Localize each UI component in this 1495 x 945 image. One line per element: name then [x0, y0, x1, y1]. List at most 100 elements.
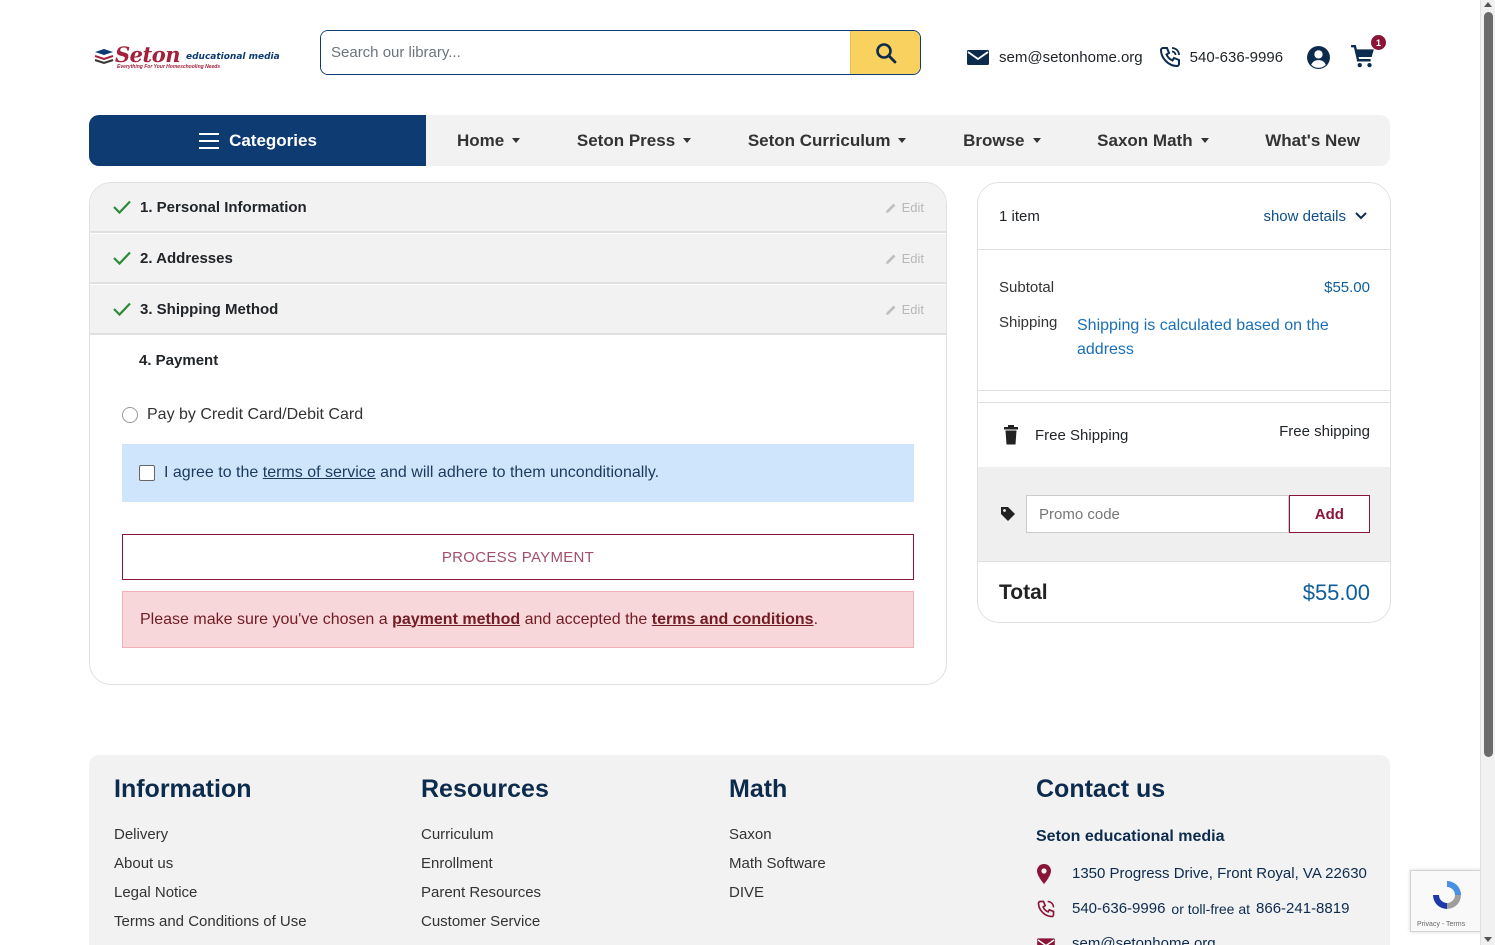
checkout-steps: 1. Personal Information Edit 2. Addresse…: [89, 182, 947, 685]
footer-link-terms[interactable]: Terms and Conditions of Use: [114, 913, 307, 942]
nav-label: Home: [457, 130, 505, 150]
cart-count-badge: 1: [1371, 35, 1386, 50]
promo-code-input[interactable]: [1026, 495, 1289, 533]
nav-item-saxon-math[interactable]: Saxon Math: [1097, 130, 1209, 151]
search-icon: [875, 42, 896, 63]
terms-and-conditions-link[interactable]: terms and conditions: [652, 611, 814, 628]
footer-information: Information Delivery About us Legal Noti…: [114, 775, 307, 942]
recaptcha-text[interactable]: Privacy - Terms: [1417, 921, 1465, 928]
nav-label: Saxon Math: [1097, 130, 1193, 150]
site-logo[interactable]: Seton educational media Everything For Y…: [93, 42, 285, 72]
site-footer: Information Delivery About us Legal Noti…: [89, 755, 1390, 945]
nav-label: Seton Press: [576, 130, 676, 150]
promo-section: Add: [978, 467, 1390, 562]
terms-of-service-link[interactable]: terms of service: [263, 464, 376, 481]
footer-email-text[interactable]: sem@setonhome.org: [1072, 935, 1216, 945]
footer-link-curriculum[interactable]: Curriculum: [421, 826, 549, 855]
phone-icon: [1158, 45, 1182, 69]
edit-label: Edit: [901, 302, 924, 317]
nav-item-seton-curriculum[interactable]: Seton Curriculum: [748, 131, 907, 151]
footer-link-dive[interactable]: DIVE: [729, 884, 826, 913]
nav-item-whats-new[interactable]: What's New: [1265, 131, 1360, 151]
payment-method-link[interactable]: payment method: [392, 611, 520, 628]
footer-link-customer-service[interactable]: Customer Service: [421, 913, 549, 942]
header-phone[interactable]: 540-636-9996: [1158, 45, 1283, 69]
footer-link-parent-resources[interactable]: Parent Resources: [421, 884, 549, 913]
footer-org-name: Seton educational media: [1036, 828, 1225, 845]
edit-button[interactable]: Edit: [885, 302, 924, 317]
search-button[interactable]: [850, 31, 920, 74]
pencil-icon: [885, 253, 897, 265]
caret-down-icon: [1200, 138, 1209, 143]
tollfree-text: or toll-free at: [1171, 900, 1251, 917]
recaptcha-badge[interactable]: Privacy - Terms: [1410, 870, 1482, 932]
terms-checkbox[interactable]: [139, 465, 155, 481]
nav-label: Seton Curriculum: [747, 130, 891, 150]
footer-link-about[interactable]: About us: [114, 855, 307, 884]
logo-tagline: Everything For Your Homeschooling Needs: [117, 64, 221, 70]
edit-label: Edit: [901, 251, 924, 266]
nav-items: Home Seton Press Seton Curriculum Browse…: [426, 131, 1390, 151]
total-label: Total: [999, 580, 1048, 604]
checkout-page: Seton educational media Everything For Y…: [0, 0, 1495, 945]
shipping-option-price: Free shipping: [1279, 423, 1370, 440]
alert-text: Please make sure you've chosen a payment…: [140, 611, 818, 629]
pencil-icon: [885, 202, 897, 214]
header-email[interactable]: sem@setonhome.org: [966, 47, 1143, 67]
account-button[interactable]: [1306, 45, 1331, 75]
nav-item-home[interactable]: Home: [457, 130, 521, 151]
subtotal-label: Subtotal: [999, 279, 1055, 296]
summary-header: 1 item show details: [978, 183, 1390, 250]
footer-link-legal[interactable]: Legal Notice: [114, 884, 307, 913]
payment-alert: Please make sure you've chosen a payment…: [122, 591, 914, 648]
footer-phone-number[interactable]: 540-636-9996: [1072, 900, 1165, 917]
step-title: 2. Addresses: [140, 249, 233, 267]
step-title: 1. Personal Information: [140, 198, 307, 216]
page-scrollbar[interactable]: [1480, 0, 1495, 945]
footer-math: Math Saxon Math Software DIVE: [729, 775, 826, 913]
step-addresses[interactable]: 2. Addresses Edit: [90, 234, 946, 284]
footer-link-enrollment[interactable]: Enrollment: [421, 855, 549, 884]
payment-option-card[interactable]: Pay by Credit Card/Debit Card: [122, 406, 363, 424]
pencil-icon: [885, 304, 897, 316]
cart-icon: [1351, 44, 1374, 68]
check-icon: [112, 199, 134, 215]
recaptcha-icon: [1433, 881, 1461, 909]
footer-link-delivery[interactable]: Delivery: [114, 826, 307, 855]
footer-tollfree-number[interactable]: 866-241-8819: [1256, 900, 1349, 917]
payment-radio[interactable]: [122, 407, 138, 423]
scroll-up-arrow-icon[interactable]: [1484, 2, 1492, 7]
check-icon: [112, 250, 134, 266]
header-email-text: sem@setonhome.org: [999, 48, 1143, 66]
promo-add-button[interactable]: Add: [1288, 495, 1370, 533]
terms-agreement: I agree to the terms of service and will…: [122, 444, 914, 502]
trash-icon[interactable]: [1002, 425, 1020, 445]
logo-subtitle: educational media: [186, 52, 280, 62]
process-payment-button[interactable]: PROCESS PAYMENT: [122, 534, 914, 580]
nav-item-browse[interactable]: Browse: [963, 131, 1041, 151]
nav-item-seton-press[interactable]: Seton Press: [576, 130, 692, 151]
cart-button[interactable]: [1350, 44, 1376, 75]
edit-button[interactable]: Edit: [885, 200, 924, 215]
location-pin-icon: [1036, 863, 1072, 885]
scrollbar-thumb[interactable]: [1484, 12, 1493, 757]
categories-button[interactable]: Categories: [89, 115, 426, 166]
footer-heading: Information: [114, 775, 252, 803]
scroll-down-arrow-icon[interactable]: [1484, 937, 1492, 942]
main-navigation: Categories Home Seton Press Seton Curric…: [89, 115, 1390, 166]
step-shipping-method[interactable]: 3. Shipping Method Edit: [90, 285, 946, 335]
footer-contact: Contact us Seton educational media 1350 …: [1036, 775, 1376, 945]
check-icon: [112, 301, 134, 317]
user-icon: [1307, 46, 1330, 69]
edit-button[interactable]: Edit: [885, 251, 924, 266]
payment-option-label: Pay by Credit Card/Debit Card: [147, 406, 364, 423]
show-details-toggle[interactable]: show details: [1263, 208, 1368, 225]
step-personal-information[interactable]: 1. Personal Information Edit: [90, 183, 946, 233]
shipping-option-name: Free Shipping: [1035, 426, 1129, 444]
footer-link-math-software[interactable]: Math Software: [729, 855, 826, 884]
menu-icon: [198, 132, 220, 150]
footer-email: sem@setonhome.org: [1036, 926, 1376, 945]
total-row: Total $55.00: [978, 562, 1390, 622]
footer-link-saxon[interactable]: Saxon: [729, 826, 826, 855]
search-input[interactable]: [321, 31, 850, 74]
